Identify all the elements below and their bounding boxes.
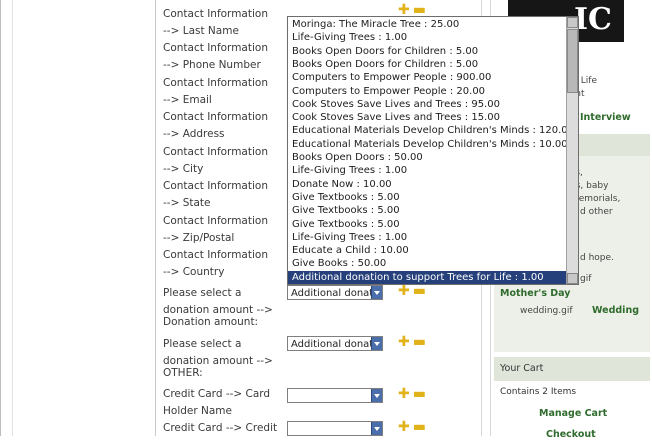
logo-text: IC (574, 2, 612, 37)
minus-icon[interactable]: ▬ (413, 420, 426, 434)
dropdown-option[interactable]: Give Books : 50.00 (292, 257, 386, 270)
dropdown-option[interactable]: Give Textbooks : 5.00 (292, 218, 400, 231)
row-controls: ✚ ▬ (398, 335, 429, 349)
chevron-down-icon[interactable] (371, 389, 382, 402)
plus-icon[interactable]: ✚ (398, 284, 410, 298)
minus-icon[interactable]: ▬ (413, 3, 426, 17)
form-label: Contact Information (163, 111, 268, 123)
form-label: OTHER: (163, 367, 203, 379)
left-border (0, 0, 1, 436)
form-label: --> Phone Number (163, 59, 261, 71)
plus-icon[interactable]: ✚ (398, 3, 410, 17)
other-donation-select-value: Additional donati (291, 339, 377, 350)
form-label: --> Country (163, 266, 225, 278)
dropdown-option[interactable]: Computers to Empower People : 20.00 (292, 85, 485, 98)
dropdown-option[interactable]: Books Open Doors : 50.00 (292, 151, 423, 164)
form-label: --> State (163, 197, 211, 209)
dropdown-option[interactable]: Books Open Doors for Children : 5.00 (292, 45, 478, 58)
minus-icon[interactable]: ▬ (413, 284, 426, 298)
dropdown-option[interactable]: Educational Materials Develop Children's… (292, 124, 574, 137)
other-donation-select[interactable]: Additional donati (287, 336, 383, 351)
form-label: Please select a (163, 287, 242, 299)
form-label: --> City (163, 163, 204, 175)
wedding-image-placeholder[interactable]: wedding.gif (520, 306, 572, 316)
form-label: Credit Card --> Credit (163, 422, 278, 434)
dropdown-option[interactable]: Life-Giving Trees : 1.00 (292, 231, 407, 244)
form-label: --> Zip/Postal (163, 232, 235, 244)
form-label: Contact Information (163, 146, 268, 158)
form-label: Contact Information (163, 180, 268, 192)
form-label: Contact Information (163, 215, 268, 227)
dropdown-option[interactable]: Give Textbooks : 5.00 (292, 204, 400, 217)
cart-title: Your Cart (500, 363, 544, 374)
form-label: Contact Information (163, 77, 268, 89)
dropdown-option[interactable]: Give Textbooks : 5.00 (292, 191, 400, 204)
form-label: Contact Information (163, 42, 268, 54)
dropdown-option[interactable]: Cook Stoves Save Lives and Trees : 15.00 (292, 111, 500, 124)
row-controls: ✚ ▬ (398, 3, 429, 17)
form-label: --> Address (163, 128, 225, 140)
form-label: Donation amount: (163, 316, 259, 328)
plus-icon[interactable]: ✚ (398, 420, 410, 434)
form-label: --> Last Name (163, 25, 239, 37)
row-controls: ✚ ▬ (398, 387, 429, 401)
scroll-down-button[interactable] (567, 273, 578, 284)
card-holder-select[interactable] (287, 388, 383, 403)
form-label: Please select a (163, 338, 242, 350)
interview-link[interactable]: Interview (580, 112, 631, 123)
scroll-up-button[interactable] (567, 17, 578, 28)
dropdown-option[interactable]: Donate Now : 10.00 (292, 178, 392, 191)
chevron-down-icon[interactable] (371, 422, 382, 435)
dropdown-option[interactable]: Life-Giving Trees : 1.00 (292, 31, 407, 44)
donation-dropdown-list[interactable]: Moringa: The Miracle Tree : 25.00 Life-Gi… (287, 16, 579, 285)
minus-icon[interactable]: ▬ (413, 335, 426, 349)
minus-icon[interactable]: ▬ (413, 387, 426, 401)
donation-amount-select-value: Additional donati (291, 288, 377, 299)
row-controls: ✚ ▬ (398, 420, 429, 434)
dropdown-option[interactable]: Moringa: The Miracle Tree : 25.00 (292, 18, 459, 31)
form-label: Contact Information (163, 249, 268, 261)
chevron-down-icon[interactable] (371, 286, 382, 299)
checkout-link[interactable]: Checkout (546, 429, 596, 440)
manage-cart-link[interactable]: Manage Cart (539, 408, 607, 419)
dropdown-option[interactable]: Educational Materials Develop Children's… (292, 138, 568, 151)
sidebar-fragment: gif (580, 274, 592, 284)
dropdown-option[interactable]: Cook Stoves Save Lives and Trees : 95.00 (292, 98, 500, 111)
plus-icon[interactable]: ✚ (398, 387, 410, 401)
form-label: Contact Information (163, 8, 268, 20)
form-label: Holder Name (163, 405, 232, 417)
left-border-2 (12, 0, 13, 436)
form-label: --> Email (163, 94, 212, 106)
chevron-down-icon[interactable] (371, 337, 382, 350)
wedding-link[interactable]: Wedding (592, 305, 639, 316)
dropdown-scrollbar[interactable] (566, 17, 578, 284)
plus-icon[interactable]: ✚ (398, 335, 410, 349)
dropdown-option[interactable]: Additional donation to support Trees for… (288, 270, 570, 284)
dropdown-option[interactable]: Books Open Doors for Children : 5.00 (292, 58, 478, 71)
card-number-select[interactable] (287, 421, 383, 436)
dropdown-option[interactable]: Educate a Child : 10.00 (292, 244, 409, 257)
row-controls: ✚ ▬ (398, 284, 429, 298)
form-column-divider (155, 0, 156, 436)
form-label: Credit Card --> Card (163, 388, 271, 400)
cart-header: Your Cart (494, 357, 650, 381)
donation-amount-select[interactable]: Additional donati (287, 285, 383, 300)
sidebar-fragment: d hope. (580, 253, 614, 263)
dropdown-option[interactable]: Computers to Empower People : 900.00 (292, 71, 491, 84)
dropdown-option[interactable]: Life-Giving Trees : 1.00 (292, 164, 407, 177)
cart-body: Contains 2 Items Manage Cart Checkout (494, 381, 650, 440)
mothers-day-link[interactable]: Mother's Day (500, 288, 570, 299)
cart-count: Contains 2 Items (500, 387, 577, 397)
scrollbar-thumb[interactable] (567, 29, 578, 93)
sidebar-fragment: d other (580, 207, 613, 217)
